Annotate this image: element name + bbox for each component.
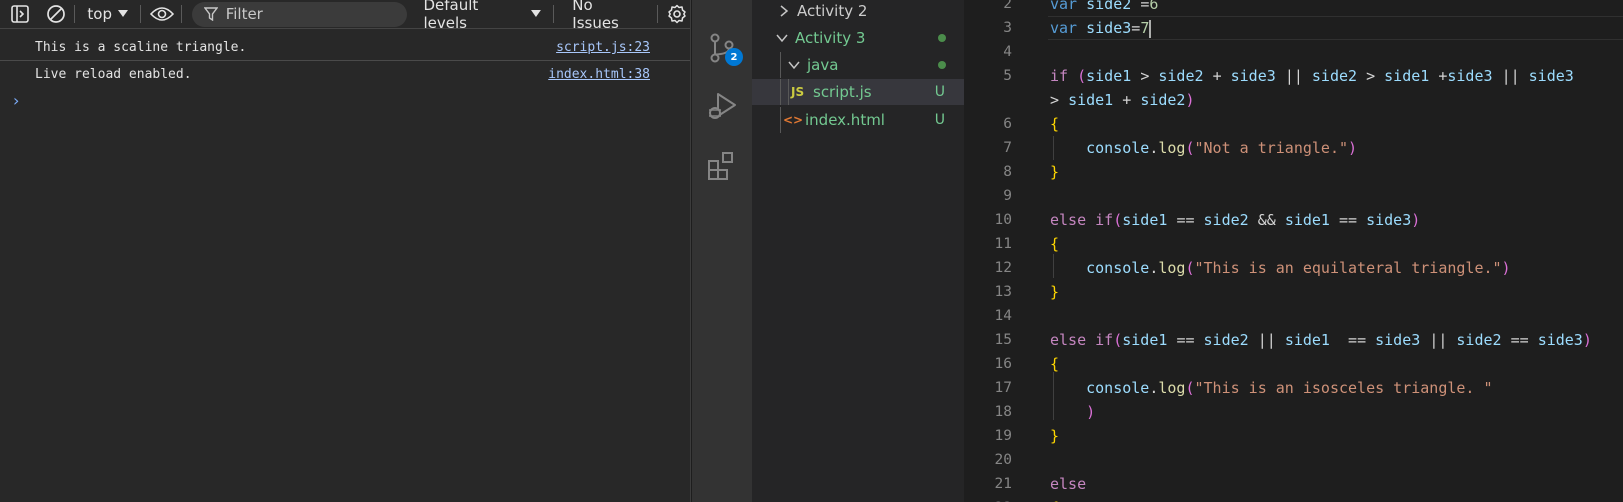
line-number: 18: [994, 404, 1012, 420]
tree-item-java[interactable]: java: [752, 52, 964, 78]
run-debug-icon[interactable]: [706, 90, 738, 122]
filter-placeholder: Filter: [225, 5, 263, 23]
toolbar-divider: [74, 5, 76, 23]
code-line: {: [1050, 235, 1060, 253]
code-line: var side2 =6: [1050, 0, 1159, 13]
line-number: 22: [964, 496, 1012, 502]
tree-item-script-js[interactable]: JS script.js U: [752, 79, 964, 105]
code-line: else: [1050, 475, 1087, 493]
code-line: }: [1050, 427, 1060, 445]
console-toolbar: top Filter Default levels No Issues: [0, 0, 690, 32]
code-editor[interactable]: 2 3 4 5 6 7 8 9 10 11 12 13 14 15 16 17 …: [964, 0, 1623, 502]
toolbar-divider: [657, 5, 659, 23]
tree-item-activity-3[interactable]: Activity 3: [752, 25, 964, 51]
code-line: {: [1050, 355, 1060, 373]
line-number: 19: [994, 428, 1012, 444]
line-number: 14: [994, 308, 1012, 324]
prompt-chevron-icon: ›: [13, 91, 20, 110]
javascript-file-icon: JS: [791, 85, 805, 99]
context-select[interactable]: top: [81, 2, 134, 26]
console-settings-gear-icon[interactable]: [664, 1, 690, 27]
code-line: else if(side1 == side2 || side1 == side3…: [1050, 331, 1592, 349]
console-prompt-input[interactable]: ›: [0, 88, 690, 114]
text-cursor: [1149, 19, 1151, 38]
line-number: 11: [994, 236, 1012, 252]
line-number: 6: [1003, 116, 1012, 132]
code-line: {: [1050, 496, 1059, 502]
git-status-untracked: U: [934, 112, 945, 128]
console-message: This is a scaline triangle. script.js:23: [0, 34, 690, 61]
caret-down-icon: [531, 10, 542, 17]
tree-item-label: Activity 2: [797, 2, 868, 20]
line-number: 3: [1003, 20, 1012, 36]
log-levels-label: Default levels: [423, 0, 479, 32]
toolbar-divider: [140, 5, 141, 23]
console-message-text: Live reload enabled.: [35, 67, 192, 82]
line-number: 8: [1003, 164, 1012, 180]
clear-console-icon[interactable]: [43, 1, 69, 27]
line-number: 16: [994, 356, 1012, 372]
activity-bar: 2: [692, 0, 752, 502]
indent-guide: [780, 107, 781, 133]
line-number: 5: [1003, 68, 1012, 84]
git-status-untracked: U: [934, 84, 945, 100]
chevron-down-icon: [774, 33, 790, 43]
code-line: ): [1086, 403, 1096, 421]
indent-guide: [788, 79, 789, 105]
code-line: console.log("This is an equilateral tria…: [1086, 259, 1511, 277]
line-number: 4: [1003, 44, 1012, 60]
source-control-badge: 2: [725, 48, 743, 66]
console-message: Live reload enabled. index.html:38: [0, 61, 690, 88]
line-number: 20: [994, 452, 1012, 468]
code-line: if (side1 > side2 + side3 || side2 > sid…: [1050, 67, 1574, 85]
code-line: console.log("Not a triangle."): [1086, 139, 1358, 157]
code-line: }: [1050, 283, 1060, 301]
chevron-down-icon: [786, 60, 802, 70]
code-line: else if(side1 == side2 && side1 == side3…: [1050, 211, 1421, 229]
git-status-dot: [938, 61, 946, 69]
console-source-link[interactable]: index.html:38: [548, 61, 650, 88]
console-source-link[interactable]: script.js:23: [556, 34, 650, 61]
line-number: 21: [994, 476, 1012, 492]
code-line: }: [1050, 163, 1060, 181]
caret-down-icon: [118, 10, 129, 17]
devtools-console-panel: top Filter Default levels No Issues This…: [0, 0, 691, 502]
line-number: 15: [994, 332, 1012, 348]
line-number: 12: [994, 260, 1012, 276]
extensions-icon[interactable]: [706, 150, 738, 182]
log-levels-select[interactable]: Default levels: [420, 0, 546, 32]
tree-item-label: Activity 3: [795, 29, 866, 47]
filter-input[interactable]: Filter: [191, 1, 407, 27]
toggle-sidebar-icon[interactable]: [7, 1, 33, 27]
tree-item-label: index.html: [805, 111, 885, 129]
code-line: console.log("This is an isosceles triang…: [1086, 379, 1493, 397]
filter-icon: [203, 7, 218, 21]
line-number: 9: [1003, 188, 1012, 204]
toolbar-divider: [180, 5, 182, 23]
issues-button[interactable]: No Issues: [564, 0, 651, 32]
tree-item-label: java: [807, 56, 839, 74]
tree-item-index-html[interactable]: <> index.html U: [752, 107, 964, 133]
code-line: > side1 + side2): [1050, 91, 1195, 109]
line-number: 10: [994, 212, 1012, 228]
toolbar-divider: [553, 5, 555, 23]
context-label: top: [87, 5, 113, 23]
live-expression-eye-icon[interactable]: [149, 1, 175, 27]
line-number: 17: [994, 380, 1012, 396]
line-number: 7: [1003, 140, 1012, 156]
line-number: 2: [1003, 0, 1012, 12]
tree-item-activity-2[interactable]: Activity 2: [752, 0, 964, 24]
console-message-text: This is a scaline triangle.: [35, 40, 247, 55]
git-status-dot: [938, 34, 946, 42]
code-line: {: [1050, 115, 1060, 133]
tree-item-label: script.js: [813, 83, 872, 101]
line-number: 13: [994, 284, 1012, 300]
chevron-right-icon: [776, 5, 792, 17]
code-line: var side3=7: [1050, 19, 1151, 38]
indent-guide: [780, 52, 781, 78]
html-file-icon: <>: [783, 113, 804, 127]
explorer-tree: Activity 2 Activity 3 java JS script.js …: [752, 0, 964, 502]
indent-guide: [780, 79, 781, 105]
